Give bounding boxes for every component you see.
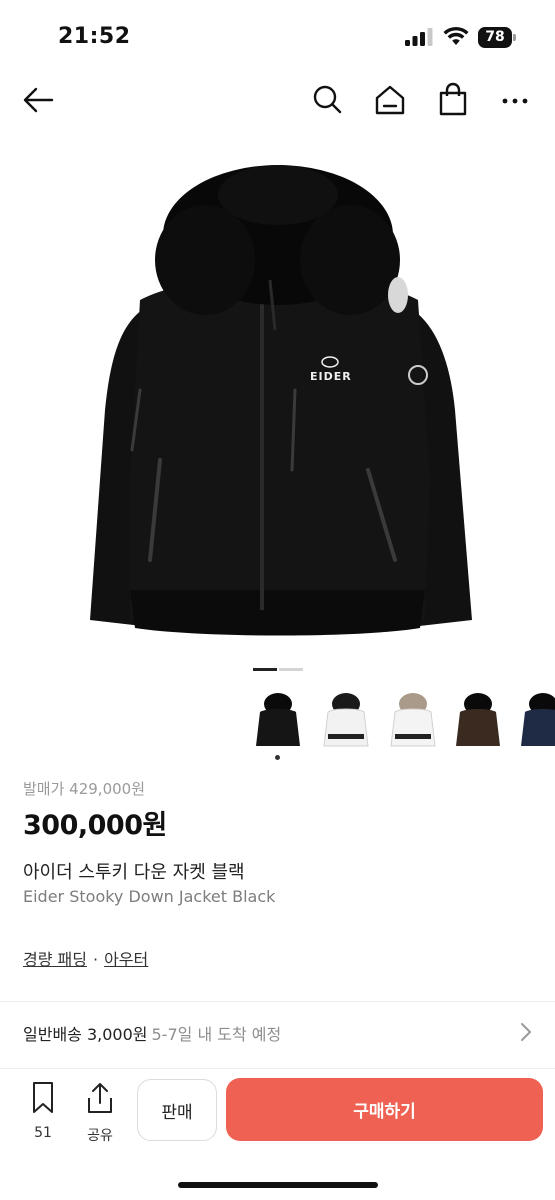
battery-cap (513, 34, 516, 41)
status-bar: 21:52 78 (0, 0, 555, 70)
back-arrow-icon[interactable] (20, 82, 56, 118)
thumbnail-navy[interactable] (515, 690, 555, 750)
thumbnail-brown[interactable] (450, 690, 506, 750)
product-main-image[interactable]: EIDER (0, 150, 555, 650)
category-links: 경량 패딩 · 아우터 (23, 946, 148, 970)
thumbnail-white-fur[interactable] (385, 690, 441, 750)
sell-button[interactable]: 판매 (137, 1079, 217, 1141)
image-pager (253, 668, 303, 671)
pager-inactive (279, 668, 303, 671)
selected-thumbnail-dot (275, 755, 280, 760)
home-icon[interactable] (372, 82, 408, 118)
bookmark-count: 51 (34, 1125, 52, 1141)
thumbnail-black[interactable] (250, 690, 306, 750)
original-price: 발매가 429,000원 (23, 780, 145, 798)
shopping-bag-icon[interactable] (435, 82, 471, 118)
shipping-text: 일반배송 3,000원 5-7일 내 도착 예정 (23, 1021, 281, 1045)
battery-indicator: 78 (478, 27, 518, 48)
pager-active (253, 668, 277, 671)
shipping-eta: 5-7일 내 도착 예정 (151, 1025, 282, 1044)
top-nav-bar (0, 70, 555, 130)
more-icon[interactable] (497, 82, 533, 118)
bottom-action-bar: 51 공유 판매 구매하기 (0, 1068, 555, 1200)
home-indicator (178, 1182, 378, 1188)
bookmark-button[interactable]: 51 (21, 1081, 65, 1147)
bookmark-icon (33, 1082, 53, 1113)
category-separator: · (92, 950, 99, 969)
share-label: 공유 (87, 1128, 113, 1144)
thumbnail-white[interactable] (318, 690, 374, 750)
wifi-icon (443, 26, 469, 45)
cellular-signal-icon (405, 28, 433, 46)
product-name-korean: 아이더 스투키 다운 자켓 블랙 (23, 862, 245, 883)
battery-level: 78 (478, 27, 512, 48)
buy-button[interactable]: 구매하기 (226, 1078, 543, 1141)
shipping-fee: 일반배송 3,000원 (23, 1025, 148, 1044)
status-time: 21:52 (58, 24, 131, 49)
divider (0, 1001, 555, 1002)
shipping-info-row[interactable]: 일반배송 3,000원 5-7일 내 도착 예정 (0, 1003, 555, 1059)
share-button[interactable]: 공유 (78, 1081, 122, 1147)
product-name-english: Eider Stooky Down Jacket Black (23, 887, 276, 906)
category-link-outer[interactable]: 아우터 (104, 950, 148, 969)
chevron-right-icon (521, 1023, 531, 1041)
sale-price: 300,000원 (23, 810, 167, 841)
search-icon[interactable] (309, 82, 345, 118)
thumbnail-strip (250, 690, 555, 750)
share-icon (88, 1083, 112, 1113)
category-link-light-padding[interactable]: 경량 패딩 (23, 950, 87, 969)
jacket-logo-text: EIDER (310, 370, 352, 383)
